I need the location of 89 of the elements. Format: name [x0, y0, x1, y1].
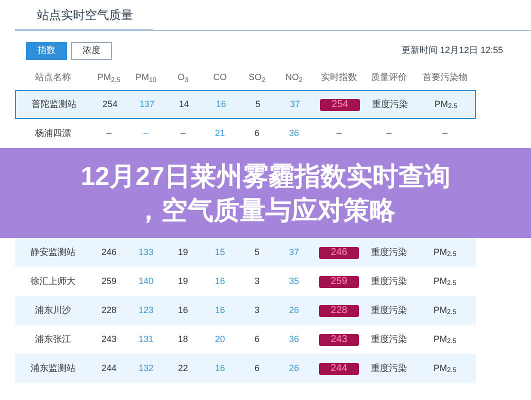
table-cell-text: PM$_{2.5}$	[432, 246, 458, 260]
table-cell-text: 重度污染	[370, 274, 408, 288]
table-row[interactable]: 浦东川沙 228 123 16 16 3 26 228 重度污染 PM$_{2.5}$	[15, 296, 476, 325]
table-cell-text: 36	[288, 126, 300, 140]
table-cell-text: –	[335, 126, 342, 140]
table-cell-text: 普陀监测站	[30, 98, 78, 111]
table-cell-text: 3	[253, 304, 260, 317]
column-header: CO	[212, 71, 228, 84]
table-cell-text: 重度污染	[370, 332, 408, 346]
table-cell-text: 37	[288, 246, 300, 259]
banner-headline: ，空气质量与应对策略	[136, 194, 396, 227]
index-badge: 259	[319, 276, 359, 288]
table-row[interactable]: 普陀监测站 254 137 14 16 5 37 254 重度污染 PM$_{2.5}$	[15, 90, 476, 119]
table-cell-text: 5	[253, 246, 260, 259]
table-cell-text: 21	[214, 126, 226, 140]
table-cell-text: PM$_{2.5}$	[432, 274, 458, 288]
table-cell-text: 131	[137, 332, 155, 346]
column-header: NO$_{2}$	[284, 71, 304, 85]
column-header: 站点名称	[34, 71, 72, 84]
index-badge: 254	[320, 98, 360, 110]
table-cell-text: 254	[101, 98, 119, 111]
table-cell-text: 15	[214, 246, 226, 259]
table-cell-text: 6	[253, 126, 260, 140]
table-cell-text: PM$_{2.5}$	[432, 332, 458, 346]
table-cell-text: 244	[100, 362, 118, 375]
column-header: 质量评价	[370, 71, 408, 84]
table-cell-text: 19	[176, 246, 189, 259]
table-cell-text: 35	[288, 274, 300, 288]
table-cell-text: 16	[214, 304, 226, 317]
table-cell-text: 37	[288, 98, 301, 111]
index-badge: 243	[319, 334, 359, 346]
table-cell-text: 浦东川沙	[34, 304, 72, 317]
column-header: O$_{3}$	[176, 71, 190, 85]
table-cell-text: 静安监测站	[30, 246, 76, 259]
page-title: 站点实时空气质量	[15, 0, 153, 31]
banner-headline: 12月27日莱州雾霾指数实时查询	[80, 160, 450, 193]
table-cell-text: 徐汇上师大	[30, 274, 76, 288]
table-cell-text: 杨浦四漂	[34, 126, 72, 140]
update-time: 更新时间 12月12日 12:55	[401, 44, 503, 58]
table-cell-text: –	[385, 126, 392, 140]
table-cell-text: PM$_{2.5}$	[432, 362, 458, 376]
table-cell-text: 19	[176, 274, 189, 288]
table-cell-text: 26	[288, 304, 300, 317]
table-cell-text: 18	[176, 332, 189, 346]
table-cell-text: 6	[253, 332, 260, 346]
index-badge: 228	[319, 304, 359, 316]
table-cell-text: 133	[137, 246, 155, 259]
table-cell-text: 16	[214, 362, 226, 375]
table-cell-text: 重度污染	[370, 362, 408, 375]
table-cell-text: 重度污染	[371, 98, 409, 111]
table-cell-text: 浦东监测站	[30, 362, 76, 375]
table-cell-text: 140	[137, 274, 155, 288]
column-header: PM$_{2.5}$	[96, 71, 122, 85]
table-cell-text: 重度污染	[370, 246, 408, 259]
table-cell-text: –	[441, 126, 448, 140]
table-cell-text: –	[179, 126, 186, 140]
table-cell-text: 浦东张江	[34, 332, 72, 346]
table-cell-text: 14	[178, 98, 190, 111]
index-badge: 244	[319, 362, 359, 374]
column-header: 实时指数	[320, 71, 358, 84]
column-header: SO$_{2}$	[248, 71, 266, 85]
table-cell-text: 36	[288, 332, 300, 346]
table-cell-text: 228	[100, 304, 118, 317]
table-cell-text: 259	[100, 274, 118, 288]
table-cell-text: 16	[176, 304, 189, 317]
table-cell-text: 16	[214, 98, 227, 111]
table-cell-text: 132	[137, 362, 155, 375]
column-header: 首要污染物	[422, 71, 468, 84]
table-cell-text: 6	[253, 362, 260, 375]
table-cell-text: 20	[214, 332, 226, 346]
table-cell-text: 重度污染	[370, 304, 408, 317]
table-cell-text: 26	[288, 362, 300, 375]
table-cell-text: –	[105, 126, 112, 140]
column-header: PM$_{10}$	[134, 71, 158, 85]
table-cell-text: –	[142, 126, 150, 140]
table-cell-text: PM$_{2.5}$	[434, 98, 458, 112]
table-cell-text: 3	[253, 274, 260, 288]
tab[interactable]: 浓度	[71, 42, 112, 60]
table-cell-text: 5	[254, 98, 262, 111]
index-badge: 246	[319, 246, 359, 258]
table-cell-text: 16	[214, 274, 226, 288]
table-cell-text: 137	[138, 98, 156, 111]
table-cell-text: 246	[100, 246, 118, 259]
table-cell-text: 243	[100, 332, 118, 346]
table-cell-text: 22	[176, 362, 189, 375]
table-row[interactable]: 浦东监测站 244 132 22 16 6 26 244 重度污染 PM$_{2.5}$	[15, 354, 476, 383]
table-cell-text: PM$_{2.5}$	[432, 304, 458, 318]
table-row[interactable]: 静安监测站 246 133 19 15 5 37 246 重度污染 PM$_{2.5}$	[15, 238, 476, 267]
table-cell-text: 123	[137, 304, 155, 317]
